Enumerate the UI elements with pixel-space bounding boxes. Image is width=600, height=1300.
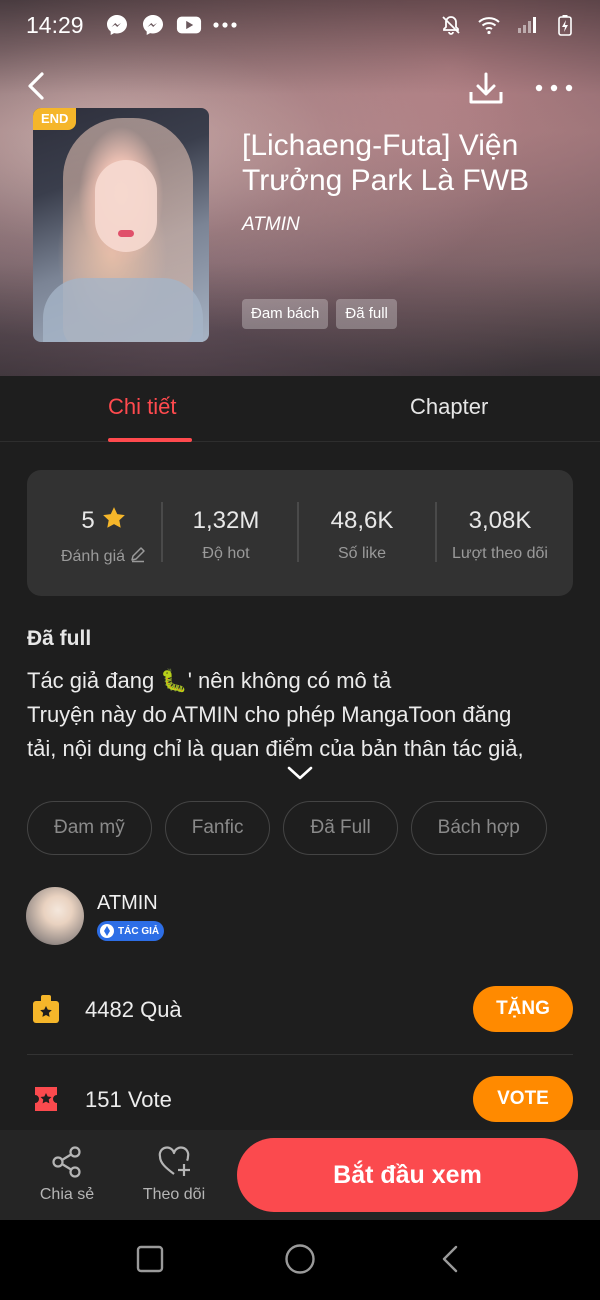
start-reading-button[interactable]: Bắt đầu xem (237, 1138, 578, 1212)
description-line: Truyện này do ATMIN cho phép MangaToon đ… (27, 702, 512, 727)
tag-pill[interactable]: Fanfic (164, 801, 271, 855)
description-line: Tác giả đang 🐛' nên không có mô tả (27, 668, 392, 693)
gift-label: Quà (140, 997, 182, 1022)
stat-label: Lượt theo dõi (452, 545, 548, 562)
heart-plus-icon (156, 1144, 192, 1180)
youtube-icon (176, 12, 202, 38)
stat-likes: 48,6K Số like (297, 506, 427, 563)
follow-button[interactable]: Theo dõi (138, 1144, 210, 1204)
give-gift-button[interactable]: TẶNG (473, 986, 573, 1032)
vote-count: 151 (85, 1087, 122, 1112)
status-time: 14:29 (26, 12, 84, 38)
back-button[interactable] (22, 68, 54, 104)
mute-icon (438, 12, 464, 38)
comic-author: ATMIN (242, 214, 300, 235)
stat-followers: 3,08K Lượt theo dõi (435, 506, 565, 563)
cover-image (33, 108, 209, 342)
genre-tag[interactable]: Đam bách (242, 299, 329, 329)
signal-icon (514, 12, 540, 38)
system-nav-bar (0, 1220, 600, 1300)
gift-icon (31, 993, 61, 1025)
vote-label: Vote (127, 1087, 172, 1112)
share-icon (49, 1144, 85, 1180)
bottom-action-bar: Chia sẻ Theo dõi Bắt đầu xem (0, 1130, 600, 1220)
recent-apps-button[interactable] (130, 1242, 170, 1278)
more-dots-icon (212, 12, 238, 38)
author-badge-icon (100, 924, 114, 938)
follow-label: Theo dõi (142, 1186, 206, 1203)
stat-hot: 1,32M Độ hot (161, 506, 291, 563)
rating-value: 5 (81, 507, 95, 534)
genre-tag[interactable]: Đã full (336, 299, 397, 329)
stat-value: 3,08K (468, 507, 532, 534)
tab-bar: Chi tiết Chapter (0, 376, 600, 442)
genre-tags: Đam bách Đã full (242, 299, 397, 329)
messenger-icon (104, 12, 130, 38)
stat-value: 1,32M (192, 507, 260, 534)
stat-label: Độ hot (202, 545, 250, 562)
star-icon (101, 505, 127, 538)
share-button[interactable]: Chia sẻ (36, 1144, 98, 1204)
tag-row: Đam mỹ Fanfic Đã Full Bách hợp (27, 801, 547, 855)
stat-label: Đánh giá (60, 547, 126, 565)
tag-pill[interactable]: Đam mỹ (27, 801, 152, 855)
battery-charging-icon (552, 12, 578, 38)
stats-card: 5 Đánh giá 1,32M Độ hot 48,6K Số like 3,… (27, 470, 573, 596)
messenger-icon (140, 12, 166, 38)
stat-label: Số like (337, 545, 387, 562)
status-bar: 14:29 (0, 0, 600, 50)
author-avatar[interactable] (26, 887, 84, 945)
stat-value: 48,6K (330, 507, 394, 534)
description-text: Tác giả đang 🐛' nên không có mô tả Truyệ… (27, 664, 577, 766)
home-button[interactable] (280, 1242, 320, 1278)
end-badge: END (33, 108, 77, 130)
header-background: 14:29 END [Lichaeng-Futa] Viện Trưởng Pa… (0, 0, 600, 376)
stat-rating[interactable]: 5 Đánh giá (39, 506, 169, 568)
tab-chapter[interactable]: Chapter (410, 394, 488, 420)
system-back-button[interactable] (430, 1242, 470, 1278)
wifi-icon (476, 12, 502, 38)
comic-title: [Lichaeng-Futa] Viện Trưởng Park Là FWB (242, 129, 530, 197)
share-label: Chia sẻ (39, 1186, 95, 1203)
gift-count: 4482 (85, 997, 134, 1022)
tag-pill[interactable]: Đã Full (283, 801, 398, 855)
author-badge: TÁC GIẢ (97, 921, 165, 941)
expand-description-button[interactable] (285, 760, 315, 786)
completion-status: Đã full (27, 627, 92, 650)
active-tab-indicator (108, 438, 192, 442)
author-badge-label: TÁC GIẢ (118, 925, 160, 937)
more-options-button[interactable] (532, 72, 576, 104)
tab-details[interactable]: Chi tiết (108, 394, 176, 420)
gift-row: 4482 Quà TẶNG (27, 965, 573, 1055)
author-name[interactable]: ATMIN (97, 892, 158, 915)
vote-ticket-icon (31, 1083, 61, 1115)
edit-icon[interactable] (129, 545, 147, 568)
download-button[interactable] (466, 68, 506, 108)
tag-pill[interactable]: Bách hợp (410, 801, 547, 855)
vote-button[interactable]: VOTE (473, 1076, 573, 1122)
